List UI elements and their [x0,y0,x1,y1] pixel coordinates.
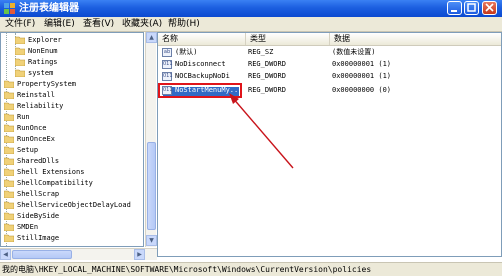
scroll-left-button[interactable]: ◀ [0,249,11,260]
minimize-icon [451,10,457,12]
folder-icon [15,69,25,77]
folder-icon [15,47,25,55]
folder-icon [15,36,25,44]
values-list[interactable]: 名称 类型 数据 ab (默认) REG_SZ (数值未设置) 011 NoDi… [157,32,502,257]
tree-item-label: ShellScrap [17,190,60,198]
tree-item-label: Reliability [17,102,64,110]
folder-icon [4,91,14,99]
tree-item-label: Run [17,113,30,121]
menu-help[interactable]: 帮助(H) [168,18,200,30]
folder-icon [4,190,14,198]
maximize-button[interactable] [464,1,479,15]
folder-icon [4,113,14,121]
status-bar: 我的电脑\HKEY_LOCAL_MACHINE\SOFTWARE\Microso… [0,262,502,276]
registry-tree[interactable]: Explorer NonEnum Ratings system PropertySyst… [0,32,144,247]
menu-bar: 文件(F) 编辑(E) 查看(V) 收藏夹(A) 帮助(H) [0,17,502,32]
folder-icon [4,212,14,220]
tree-item-label: SharedDlls [17,157,60,165]
tree-item-label: RunOnceEx [17,135,55,143]
scroll-right-button[interactable]: ▶ [134,249,145,260]
tree-horizontal-scrollbar[interactable]: ◀ ▶ [0,248,157,260]
folder-icon [15,58,25,66]
tree-vertical-scrollbar[interactable]: ▲ ▼ [145,32,157,247]
folder-icon [4,168,14,176]
tree-item-label: ShellServiceObjectDelayLoad [17,201,131,209]
tree-item-label: Ratings [28,58,58,66]
horizontal-scroll-thumb[interactable] [12,250,72,259]
close-icon [485,3,494,12]
menu-edit[interactable]: 编辑(E) [44,18,75,30]
tree-item-label: system [28,69,54,77]
folder-icon [4,223,14,231]
folder-icon [4,124,14,132]
folder-icon [4,234,14,242]
folder-icon [4,201,14,209]
annotation-arrow [229,93,294,169]
tree-item-label: Reinstall [17,91,55,99]
close-button[interactable] [482,1,497,15]
folder-icon [4,179,14,187]
folder-icon [4,146,14,154]
scroll-thumb[interactable] [147,142,156,230]
tree-item-label: Shell Extensions [17,168,85,176]
folder-icon [4,80,14,88]
minimize-button[interactable] [447,1,462,15]
tree-item-label: ShellCompatibility [17,179,93,187]
folder-icon [4,102,14,110]
folder-icon [4,157,14,165]
registry-editor-icon [4,3,15,14]
tree-item-label: PropertySystem [17,80,77,88]
folder-icon [4,135,14,143]
tree-item-label: RunOnce [17,124,47,132]
maximize-icon [467,3,476,12]
tree-item-label: NonEnum [28,47,58,55]
menu-view[interactable]: 查看(V) [83,18,114,30]
tree-item-label: StillImage [17,234,60,242]
status-path: 我的电脑\HKEY_LOCAL_MACHINE\SOFTWARE\Microso… [2,265,372,274]
window-title: 注册表编辑器 [19,3,79,14]
menu-file[interactable]: 文件(F) [5,18,35,30]
scroll-up-button[interactable]: ▲ [146,32,157,43]
scroll-down-button[interactable]: ▼ [146,235,157,246]
tree-item-label: SideBySide [17,212,60,220]
tree-item-label: Setup [17,146,39,154]
tree-item-label: Explorer [28,36,62,44]
tree-item-label: SMDEn [17,223,39,231]
title-bar: 注册表编辑器 [0,0,502,17]
menu-favorites[interactable]: 收藏夹(A) [122,18,162,30]
